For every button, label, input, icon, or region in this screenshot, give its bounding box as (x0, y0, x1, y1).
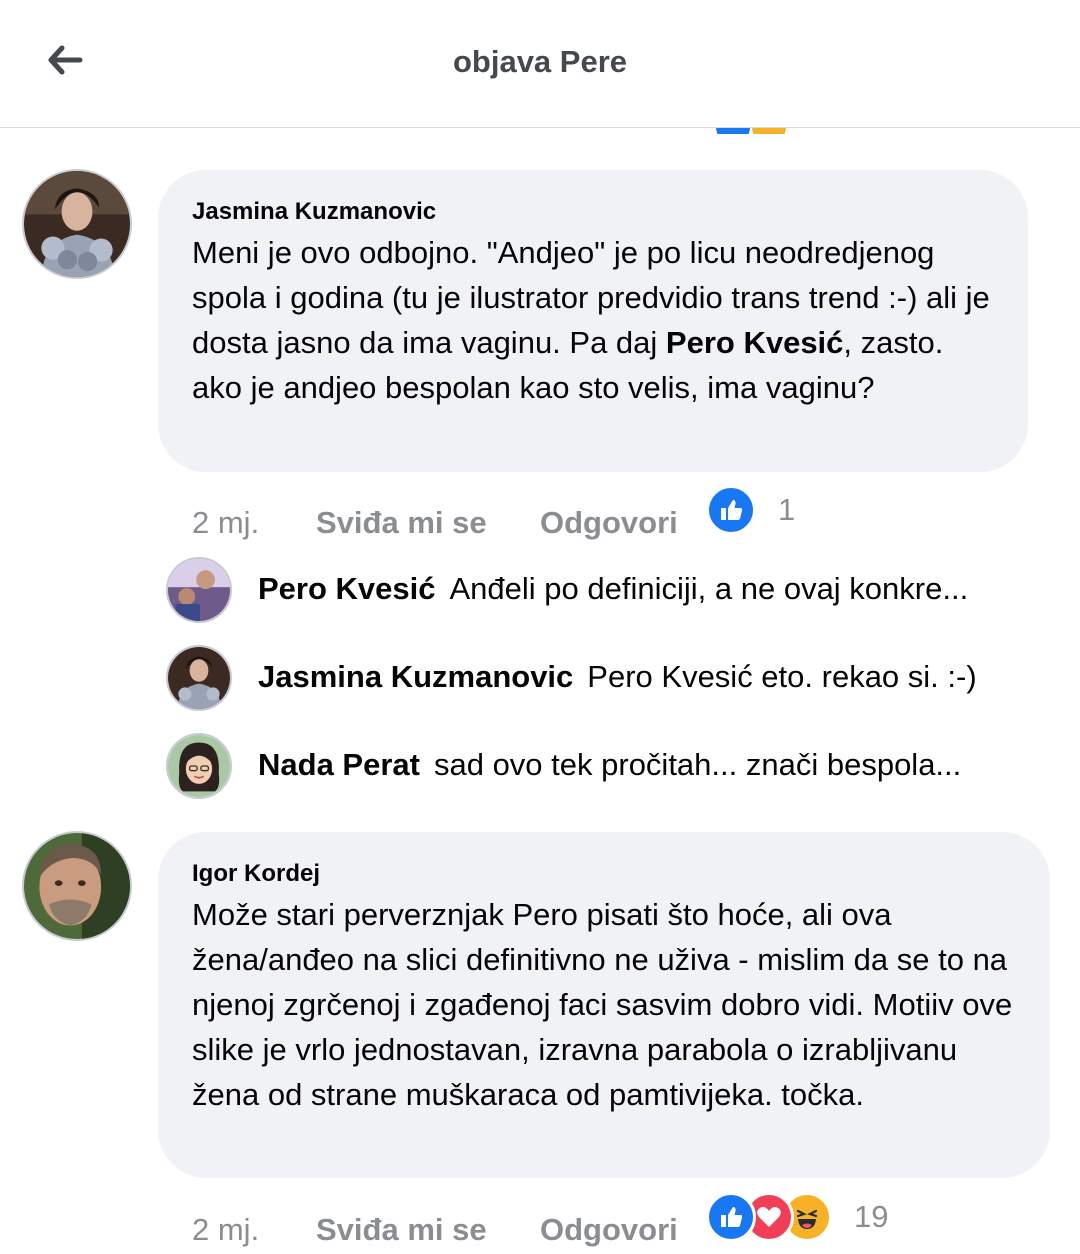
avatar[interactable] (22, 169, 132, 279)
reaction-summary[interactable]: 19 (706, 1192, 888, 1242)
reply-author[interactable]: Pero Kvesić (258, 571, 436, 606)
comment-time[interactable]: 2 mj. (192, 505, 259, 541)
comment-time[interactable]: 2 mj. (192, 1212, 259, 1248)
reply-text: Anđeli po definiciji, a ne ovaj konkre..… (449, 571, 969, 606)
avatar[interactable] (22, 831, 132, 941)
reply-item[interactable]: Nada Perat sad ovo tek pročitah... znači … (166, 733, 1036, 799)
reply-item[interactable]: Jasmina Kuzmanovic Pero Kvesić eto. rekao… (166, 645, 1036, 711)
reply-text: sad ovo tek pročitah... znači bespola... (433, 747, 962, 782)
top-bar: objava Pere (0, 0, 1080, 128)
comment-author[interactable]: Jasmina Kuzmanovic (192, 196, 994, 228)
reply-author[interactable]: Jasmina Kuzmanovic (258, 659, 573, 694)
reaction-summary[interactable]: 1 (706, 485, 795, 535)
comment-bubble: Igor Kordej Može stari perverznjak Pero … (158, 832, 1050, 1178)
reaction-count: 1 (778, 492, 796, 527)
reply-button[interactable]: Odgovori (540, 1212, 678, 1248)
reply-content: Nada Perat sad ovo tek pročitah... znači … (258, 743, 1036, 787)
avatar[interactable] (166, 557, 232, 623)
reply-item[interactable]: Pero Kvesić Anđeli po definiciji, a ne ov… (166, 557, 1036, 623)
like-button[interactable]: Sviđa mi se (316, 505, 487, 541)
comment-actions: 2 mj. Sviđa mi se Odgovori 19 (192, 1192, 1052, 1252)
reply-button[interactable]: Odgovori (540, 505, 678, 541)
page-title: objava Pere (452, 44, 628, 79)
reply-text: Pero Kvesić eto. rekao si. :-) (587, 659, 977, 694)
comment-text: Može stari perverznjak Pero pisati što h… (192, 897, 1013, 1112)
reply-content: Jasmina Kuzmanovic Pero Kvesić eto. rekao… (258, 655, 1036, 699)
comment-author[interactable]: Igor Kordej (192, 858, 1016, 890)
reply-author[interactable]: Nada Perat (258, 747, 420, 782)
avatar[interactable] (166, 733, 232, 799)
reply-content: Pero Kvesić Anđeli po definiciji, a ne ov… (258, 567, 1036, 611)
reaction-count: 19 (854, 1199, 889, 1234)
comment-bubble: Jasmina Kuzmanovic Meni je ovo odbojno. … (158, 170, 1028, 472)
comment-actions: 2 mj. Sviđa mi se Odgovori 1 (192, 485, 1032, 545)
like-icon (706, 1192, 756, 1242)
like-button[interactable]: Sviđa mi se (316, 1212, 487, 1248)
comment-text: Meni je ovo odbojno. "Andjeo" je po licu… (192, 230, 994, 410)
like-icon (706, 485, 756, 535)
avatar[interactable] (166, 645, 232, 711)
mention-link[interactable]: Pero Kvesić (666, 325, 844, 360)
